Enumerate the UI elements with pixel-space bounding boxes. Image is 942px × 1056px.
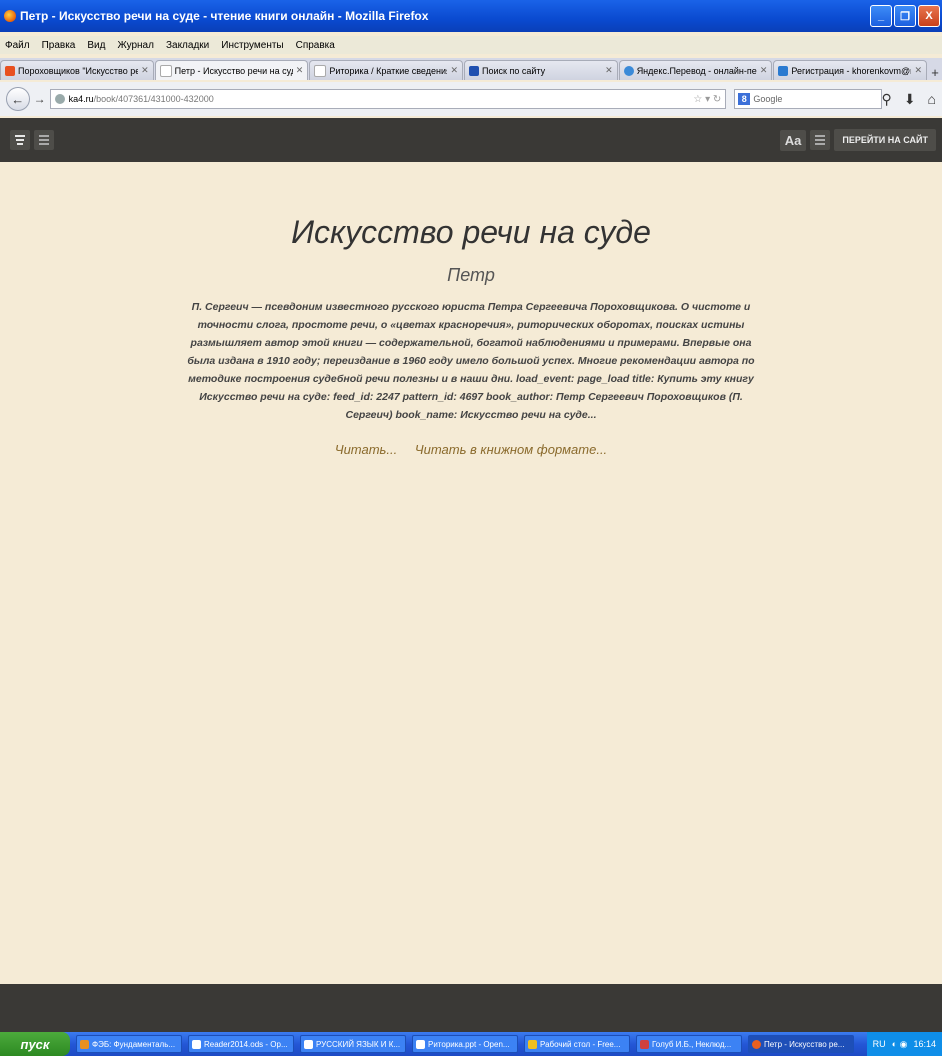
tab-label: Риторика / Краткие сведения из и... — [329, 65, 448, 76]
task-label: ФЭБ: Фундаменталь... — [92, 1039, 176, 1049]
tab-favicon — [314, 64, 327, 77]
back-button[interactable]: ← — [6, 87, 30, 111]
task-label: Голуб И.Б., Неклюд... — [652, 1039, 732, 1049]
title-bar: Петр - Искусство речи на суде - чтение к… — [0, 0, 942, 32]
book-author: Петр — [447, 265, 495, 285]
tray-icons[interactable]: ◐ ◉ — [892, 1039, 908, 1050]
task-icon — [80, 1039, 89, 1049]
tab-favicon — [778, 65, 789, 76]
search-magnifier-icon[interactable]: ⚲ — [882, 91, 892, 108]
task-icon — [192, 1039, 201, 1049]
close-button[interactable]: X — [918, 5, 940, 27]
menu-view[interactable]: Вид — [87, 40, 105, 51]
task-feb[interactable]: ФЭБ: Фундаменталь... — [76, 1035, 182, 1053]
task-golub[interactable]: Голуб И.Б., Неклюд... — [636, 1035, 742, 1053]
book-content: Искусство речи на суде Петр П. Сергеич —… — [0, 162, 942, 984]
start-button[interactable]: пуск — [0, 1032, 70, 1056]
task-label: Рабочий стол - Free... — [540, 1039, 621, 1049]
tab-strip: Пороховщиков "Искусство речи н... ✕ Петр… — [0, 58, 942, 80]
task-icon — [416, 1039, 425, 1049]
download-icon[interactable]: ⬇ — [904, 91, 916, 108]
minimize-button[interactable]: _ — [870, 5, 892, 27]
tab-close-icon[interactable]: ✕ — [141, 65, 149, 76]
home-icon[interactable]: ⌂ — [928, 91, 936, 108]
forward-button[interactable]: → — [34, 92, 46, 106]
task-ritorika-ppt[interactable]: Риторика.ppt - Open... — [412, 1035, 518, 1053]
menu-bookmarks[interactable]: Закладки — [166, 40, 209, 51]
tab-yandex-translate[interactable]: Яндекс.Перевод - онлайн-перево... ✕ — [618, 60, 773, 80]
task-desktop[interactable]: Рабочий стол - Free... — [524, 1035, 630, 1053]
menu-bar: Файл Правка Вид Журнал Закладки Инструме… — [0, 36, 942, 54]
tab-close-icon[interactable]: ✕ — [760, 65, 768, 76]
url-path: /book/407361/431000-432000 — [93, 94, 214, 104]
reader-toolbar: Aa ПЕРЕЙТИ НА САЙТ — [0, 118, 942, 162]
browser-window: Петр - Искусство речи на суде - чтение к… — [0, 0, 942, 1032]
task-label: РУССКИЙ ЯЗЫК И К... — [316, 1039, 401, 1049]
book-description: П. Сергеич — псевдоним известного русско… — [187, 301, 755, 421]
url-host: ka4.ru — [68, 94, 94, 104]
tab-search[interactable]: Поиск по сайту ✕ — [464, 60, 618, 80]
tab-label: Яндекс.Перевод - онлайн-перево... — [636, 65, 757, 76]
menu-edit[interactable]: Правка — [42, 40, 76, 51]
taskbar: пуск ФЭБ: Фундаменталь... Reader2014.ods… — [0, 1032, 942, 1056]
tab-favicon — [159, 64, 172, 77]
tab-label: Петр - Искусство речи на суде - ч... — [174, 65, 293, 76]
tab-petr-active[interactable]: Петр - Искусство речи на суде - ч... ✕ — [154, 60, 309, 80]
tab-favicon — [5, 65, 15, 76]
tab-label: Регистрация - khorenkovm@mail.ru... — [791, 65, 911, 76]
system-tray: RU ◐ ◉ 16:14 — [866, 1032, 942, 1056]
navigation-bar: ← → ka4.ru /book/407361/431000-432000 ☆ … — [0, 82, 942, 116]
tab-registration[interactable]: Регистрация - khorenkovm@mail.ru... ✕ — [773, 60, 928, 80]
google-icon[interactable]: 8 — [738, 93, 751, 105]
menu-icon[interactable] — [10, 130, 30, 150]
task-reader2014[interactable]: Reader2014.ods - Op... — [188, 1035, 294, 1053]
maximize-button[interactable]: ❐ — [894, 5, 916, 27]
read-links: Читать... Читать в книжном формате... — [0, 442, 942, 457]
window-title: Петр - Искусство речи на суде - чтение к… — [20, 9, 429, 23]
read-link[interactable]: Читать... — [335, 442, 397, 457]
reader-right-controls: Aa ПЕРЕЙТИ НА САЙТ — [779, 129, 936, 151]
window-controls: _ ❐ X — [870, 5, 940, 27]
bookmark-star-icon[interactable]: ☆ ▾ ↻ — [693, 94, 721, 105]
task-label: Риторика.ppt - Open... — [428, 1039, 510, 1049]
tab-close-icon[interactable]: ✕ — [605, 65, 613, 76]
tab-close-icon[interactable]: ✕ — [296, 65, 304, 76]
new-tab-button[interactable]: + — [928, 65, 942, 80]
site-identity-icon[interactable] — [54, 94, 65, 104]
task-russian[interactable]: РУССКИЙ ЯЗЫК И К... — [300, 1035, 406, 1053]
tab-favicon — [469, 65, 480, 76]
menu-tools[interactable]: Инструменты — [221, 40, 283, 51]
contents-icon[interactable] — [34, 130, 54, 150]
task-icon — [640, 1039, 649, 1049]
search-input[interactable]: 8 Google — [734, 89, 882, 109]
task-label: Петр - Искусство ре... — [764, 1039, 845, 1049]
task-label: Reader2014.ods - Op... — [204, 1039, 288, 1049]
firefox-icon — [4, 10, 16, 22]
clock: 16:14 — [913, 1039, 936, 1049]
tab-favicon — [623, 65, 634, 76]
menu-history[interactable]: Журнал — [117, 40, 154, 51]
nav-tools: ⚲ ⬇ ⌂ — [882, 91, 936, 108]
tab-close-icon[interactable]: ✕ — [450, 65, 458, 76]
tab-ritorika[interactable]: Риторика / Краткие сведения из и... ✕ — [309, 60, 464, 80]
reader-footer — [0, 984, 942, 1032]
tab-label: Пороховщиков "Искусство речи н... — [18, 65, 138, 76]
goto-site-button[interactable]: ПЕРЕЙТИ НА САЙТ — [834, 129, 936, 151]
task-petr[interactable]: Петр - Искусство ре... — [748, 1035, 854, 1053]
task-icon — [752, 1039, 761, 1049]
book-title: Искусство речи на суде — [291, 214, 651, 250]
read-book-format-link[interactable]: Читать в книжном формате... — [415, 442, 607, 457]
menu-file[interactable]: Файл — [5, 40, 30, 51]
language-indicator[interactable]: RU — [873, 1039, 886, 1049]
tab-close-icon[interactable]: ✕ — [914, 65, 922, 76]
search-placeholder: Google — [753, 94, 783, 104]
tab-porokhovshchikov[interactable]: Пороховщиков "Искусство речи н... ✕ — [0, 60, 154, 80]
font-size-button[interactable]: Aa — [779, 129, 807, 151]
task-icon — [304, 1039, 313, 1049]
layout-icon[interactable] — [810, 130, 831, 150]
task-icon — [528, 1039, 537, 1049]
menu-help[interactable]: Справка — [296, 40, 335, 51]
url-bar[interactable]: ka4.ru /book/407361/431000-432000 ☆ ▾ ↻ — [49, 89, 727, 109]
tab-label: Поиск по сайту — [482, 65, 546, 76]
